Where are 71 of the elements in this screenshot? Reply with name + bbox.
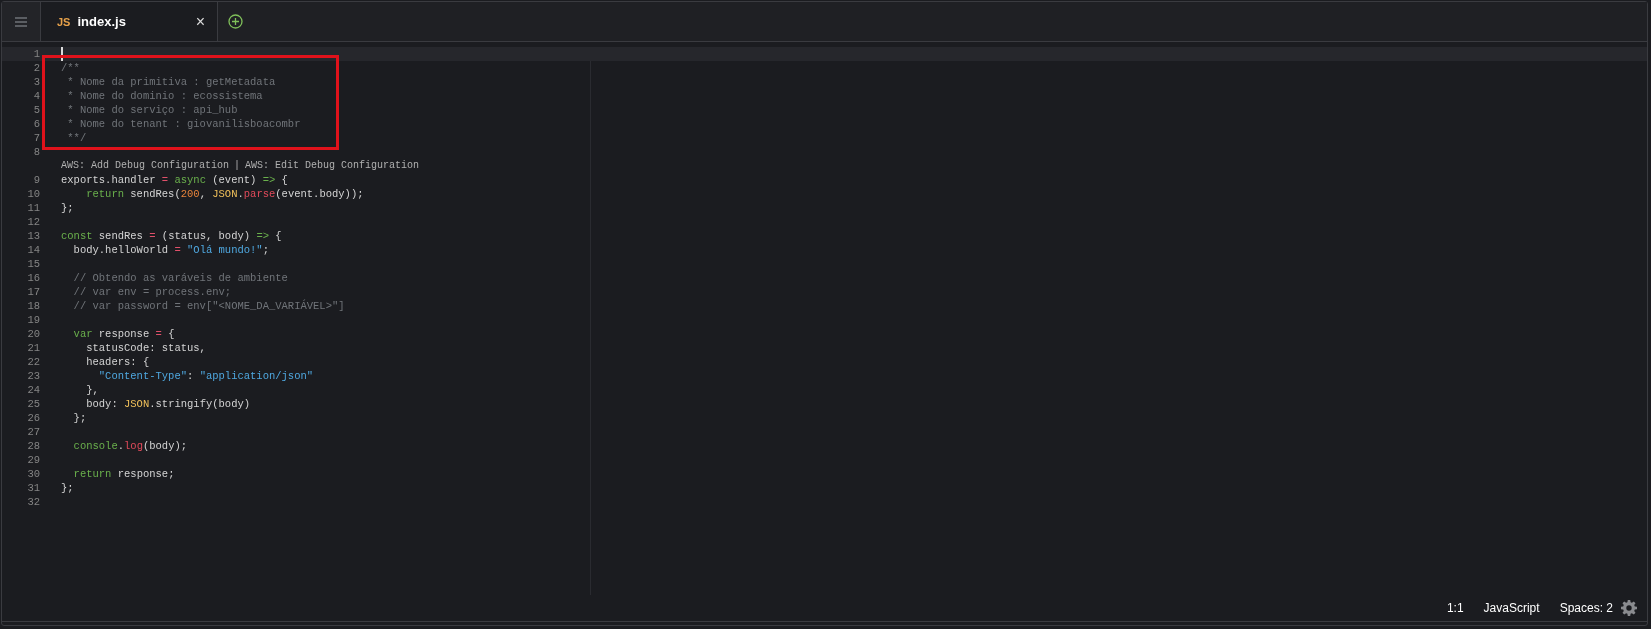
- settings-icon[interactable]: [1621, 600, 1637, 616]
- line-number: 32: [26, 495, 40, 509]
- debug-config-link[interactable]: AWS: Add Debug Configuration: [61, 159, 230, 173]
- code-line: * Nome do serviço : api_hub: [66, 103, 238, 117]
- code-line: * Nome da primitiva : getMetadata: [66, 75, 276, 89]
- line-number: 10: [26, 187, 40, 201]
- code-line: /**: [61, 61, 80, 75]
- line-number: 16: [26, 271, 40, 285]
- javascript-file-icon: JS: [57, 15, 71, 28]
- line-number: 22: [26, 355, 40, 369]
- code-line: };: [61, 201, 74, 215]
- code-line: console.log(body);: [72, 439, 188, 453]
- line-number: 20: [26, 327, 40, 341]
- line-number: 13: [26, 229, 40, 243]
- code-line: return response;: [72, 467, 175, 481]
- indentation-setting[interactable]: Spaces: 2: [1559, 601, 1613, 615]
- line-number: 12: [26, 215, 40, 229]
- line-number: 28: [26, 439, 40, 453]
- menu-icon: [15, 16, 27, 27]
- debug-config-link[interactable]: AWS: Edit Debug Configuration: [245, 159, 420, 173]
- plus-circle-icon: [227, 14, 243, 29]
- code-line: };: [61, 481, 74, 495]
- file-tab[interactable]: JS index.js ×: [41, 2, 218, 41]
- code-line: **/: [66, 131, 87, 145]
- line-number: 11: [26, 201, 40, 215]
- close-tab-button[interactable]: ×: [195, 12, 205, 31]
- separator: |: [234, 159, 241, 173]
- line-number: 23: [26, 369, 40, 383]
- line-number: 27: [26, 425, 40, 439]
- code-line: "Content-Type": "application/json": [97, 369, 314, 383]
- line-number: 9: [32, 173, 40, 187]
- line-number: 6: [32, 117, 40, 131]
- cursor-position: 1:1: [1446, 601, 1464, 615]
- line-number: 15: [26, 257, 40, 271]
- line-number: 25: [26, 397, 40, 411]
- menu-button[interactable]: [2, 2, 41, 41]
- text-cursor: [61, 47, 63, 61]
- line-number: 18: [26, 299, 40, 313]
- code-line: // var env = process.env;: [72, 285, 232, 299]
- line-number: 5: [32, 103, 40, 117]
- code-line: // Obtendo as varáveis de ambiente: [72, 271, 288, 285]
- line-number: 31: [26, 481, 40, 495]
- line-number: 7: [32, 131, 40, 145]
- language-mode[interactable]: JavaScript: [1483, 601, 1540, 615]
- code-line: // var password = env["<NOME_DA_VARIÁVEL>"]: [72, 299, 345, 313]
- line-number: 4: [32, 89, 40, 103]
- code-line: };: [72, 411, 87, 425]
- code-line: body: JSON.stringify(body): [85, 397, 251, 411]
- line-number: 26: [26, 411, 40, 425]
- line-number: 30: [26, 467, 40, 481]
- code-line: var response = {: [72, 327, 175, 341]
- line-number: 19: [26, 313, 40, 327]
- code-line: body.helloWorld = "Olá mundo!";: [72, 243, 269, 257]
- code-line: * Nome do tenant : giovanilisboacombr: [66, 117, 301, 131]
- line-number: 24: [26, 383, 40, 397]
- line-number: 8: [32, 145, 40, 159]
- line-number: 29: [26, 453, 40, 467]
- tab-label: index.js: [77, 14, 127, 29]
- line-number: 21: [26, 341, 40, 355]
- code-line: },: [85, 383, 99, 397]
- line-number: 17: [26, 285, 40, 299]
- line-number: 1: [32, 47, 40, 61]
- line-number: 2: [32, 61, 40, 75]
- code-line: headers: {: [85, 355, 150, 369]
- code-line: const sendRes = (status, body) => {: [61, 229, 282, 243]
- line-number: 14: [26, 243, 40, 257]
- code-line: exports.handler = async (event) => {: [61, 173, 288, 187]
- line-number: 3: [32, 75, 40, 89]
- code-line: statusCode: status,: [85, 341, 206, 355]
- code-line: return sendRes(200, JSON.parse(event.body));: [85, 187, 364, 201]
- code-line: * Nome do dominio : ecossistema: [66, 89, 263, 103]
